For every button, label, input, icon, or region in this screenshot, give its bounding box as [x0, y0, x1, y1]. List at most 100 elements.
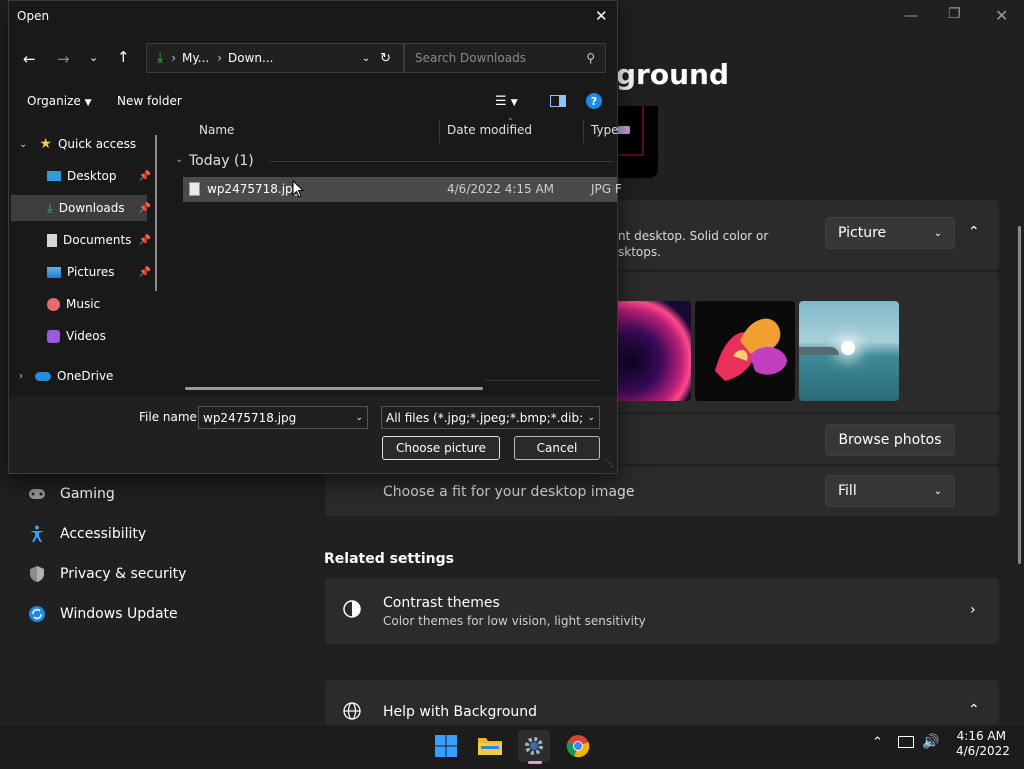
network-icon[interactable] — [898, 736, 914, 748]
globe-icon — [343, 702, 361, 720]
tree-item-documents[interactable]: Documents 📌 — [47, 227, 151, 253]
chevron-down-icon[interactable]: ⌄ — [355, 413, 363, 423]
navigation-pane: ⌄ ★ Quick access Desktop 📌 ⤓ Downloads 📌… — [11, 131, 161, 395]
contrast-themes-subtitle: Color themes for low vision, light sensi… — [383, 614, 646, 628]
page-title: ground — [616, 58, 729, 91]
settings-taskbar-button[interactable] — [518, 730, 550, 762]
file-name-label: File name: — [139, 410, 201, 424]
mouse-cursor-icon — [292, 179, 305, 202]
volume-icon[interactable]: 🔊 — [922, 734, 939, 750]
maximize-button[interactable]: ❐ — [948, 6, 961, 22]
nav-item-windows-update[interactable]: Windows Update — [28, 605, 178, 623]
search-input[interactable]: Search Downloads ⚲ — [404, 43, 606, 73]
help-icon[interactable]: ? — [586, 93, 602, 109]
settings-scrollbar[interactable] — [1018, 226, 1021, 564]
pin-icon: 📌 — [138, 266, 151, 278]
dialog-close-icon[interactable]: ✕ — [595, 7, 608, 25]
file-row[interactable]: wp2475718.jpg 4/6/2022 4:15 AM JPG F — [183, 177, 622, 202]
preview-pane-icon[interactable] — [550, 95, 566, 107]
forward-arrow-icon[interactable]: → — [57, 50, 70, 68]
pin-icon: 📌 — [138, 234, 151, 246]
up-arrow-icon[interactable]: ↑ — [117, 48, 130, 66]
nav-item-accessibility[interactable]: Accessibility — [28, 525, 146, 543]
address-bar[interactable]: ⤓ › My... › Down... ⌄ ↻ — [146, 43, 404, 73]
tree-scrollbar[interactable] — [155, 135, 157, 291]
chevron-down-icon: ⌄ — [933, 227, 942, 239]
file-name-input[interactable]: wp2475718.jpg ⌄ — [198, 406, 368, 429]
address-part-2[interactable]: Down... — [228, 51, 273, 65]
pin-icon: 📌 — [138, 170, 151, 182]
dialog-title: Open — [17, 9, 50, 23]
back-arrow-icon[interactable]: ← — [23, 50, 36, 68]
minimize-button[interactable]: — — [904, 8, 918, 24]
help-title: Help with Background — [383, 704, 538, 720]
nav-item-privacy[interactable]: Privacy & security — [28, 565, 186, 583]
nav-item-gaming[interactable]: Gaming — [28, 485, 115, 503]
dialog-footer: File name: wp2475718.jpg ⌄ All files (*.… — [9, 397, 617, 473]
browse-photos-button[interactable]: Browse photos — [825, 424, 955, 456]
desktop-icon — [47, 171, 61, 181]
collapse-chevron-icon[interactable]: ⌃ — [968, 224, 980, 240]
expand-chevron-icon[interactable]: › — [19, 371, 23, 382]
column-header-name[interactable]: Name — [199, 123, 234, 137]
pictures-icon — [47, 266, 61, 278]
column-header-type[interactable]: Type — [591, 123, 619, 137]
open-dialog: Open ✕ ← → ⌄ ↑ ⤓ › My... › Down... ⌄ ↻ S… — [8, 0, 622, 474]
tree-item-quick-access[interactable]: ⌄ ★ Quick access — [19, 131, 136, 157]
contrast-icon — [343, 600, 361, 618]
file-type-filter[interactable]: All files (*.jpg;*.jpeg;*.bmp;*.dib;*.pn… — [381, 406, 600, 429]
file-explorer-button[interactable] — [474, 730, 506, 762]
new-folder-button[interactable]: New folder — [117, 94, 182, 108]
chevron-right-icon: › — [970, 602, 976, 618]
tree-item-downloads[interactable]: ⤓ Downloads 📌 — [47, 195, 151, 221]
taskbar — [0, 724, 1024, 769]
recent-locations-chevron-icon[interactable]: ⌄ — [89, 51, 98, 64]
column-header-date[interactable]: Date modified — [447, 123, 532, 137]
expand-chevron-icon[interactable]: ⌄ — [19, 139, 27, 150]
close-window-button[interactable]: ✕ — [995, 6, 1008, 25]
desktop-preview — [616, 106, 658, 178]
shield-icon — [28, 565, 46, 583]
chrome-icon — [566, 735, 590, 758]
tray-chevron-up-icon[interactable]: ⌃ — [872, 735, 883, 750]
contrast-themes-title: Contrast themes — [383, 595, 500, 611]
cancel-button[interactable]: Cancel — [514, 436, 600, 460]
recent-image-2[interactable] — [695, 301, 795, 401]
chevron-up-icon[interactable]: ⌃ — [968, 702, 980, 718]
address-part-1[interactable]: My... — [182, 51, 209, 65]
refresh-icon[interactable]: ↻ — [380, 51, 391, 66]
fit-label: Choose a fit for your desktop image — [383, 484, 635, 500]
tree-item-desktop[interactable]: Desktop 📌 — [47, 163, 151, 189]
organize-menu[interactable]: Organize ▼ — [27, 94, 92, 108]
star-icon: ★ — [39, 136, 52, 152]
fit-dropdown[interactable]: Fill ⌄ — [825, 475, 955, 507]
group-header[interactable]: Today (1) — [189, 153, 254, 169]
clock[interactable]: 4:16 AM 4/6/2022 — [956, 729, 1010, 759]
tree-item-pictures[interactable]: Pictures 📌 — [47, 259, 151, 285]
file-date: 4/6/2022 4:15 AM — [447, 182, 555, 196]
update-icon — [28, 605, 46, 623]
start-button[interactable] — [430, 730, 462, 762]
tree-item-videos[interactable]: Videos — [47, 323, 106, 349]
choose-picture-button[interactable]: Choose picture — [382, 436, 500, 460]
active-indicator — [528, 761, 542, 764]
chrome-button[interactable] — [562, 730, 594, 762]
view-options-icon[interactable]: ☰ ▼ — [495, 94, 518, 109]
tree-item-music[interactable]: Music — [47, 291, 100, 317]
chevron-down-icon[interactable]: ⌄ — [587, 413, 595, 423]
document-icon — [47, 233, 57, 247]
address-dropdown-icon[interactable]: ⌄ — [362, 53, 370, 64]
recent-image-1[interactable] — [618, 301, 691, 401]
horizontal-scrollbar[interactable] — [185, 387, 483, 390]
file-name: wp2475718.jpg — [207, 182, 301, 196]
group-collapse-icon[interactable]: ⌄ — [175, 154, 183, 165]
accessibility-icon — [28, 525, 46, 543]
background-type-dropdown[interactable]: Picture ⌄ — [825, 217, 955, 249]
recent-image-3[interactable] — [799, 301, 899, 401]
image-file-icon — [189, 182, 200, 196]
resize-grip-icon[interactable]: ⋱ — [605, 459, 614, 469]
contrast-themes-card[interactable] — [325, 578, 999, 644]
personalize-description: nt desktop. Solid color or sktops. — [618, 229, 769, 259]
file-type: JPG F — [591, 182, 622, 196]
tree-item-onedrive[interactable]: › OneDrive — [19, 363, 113, 389]
